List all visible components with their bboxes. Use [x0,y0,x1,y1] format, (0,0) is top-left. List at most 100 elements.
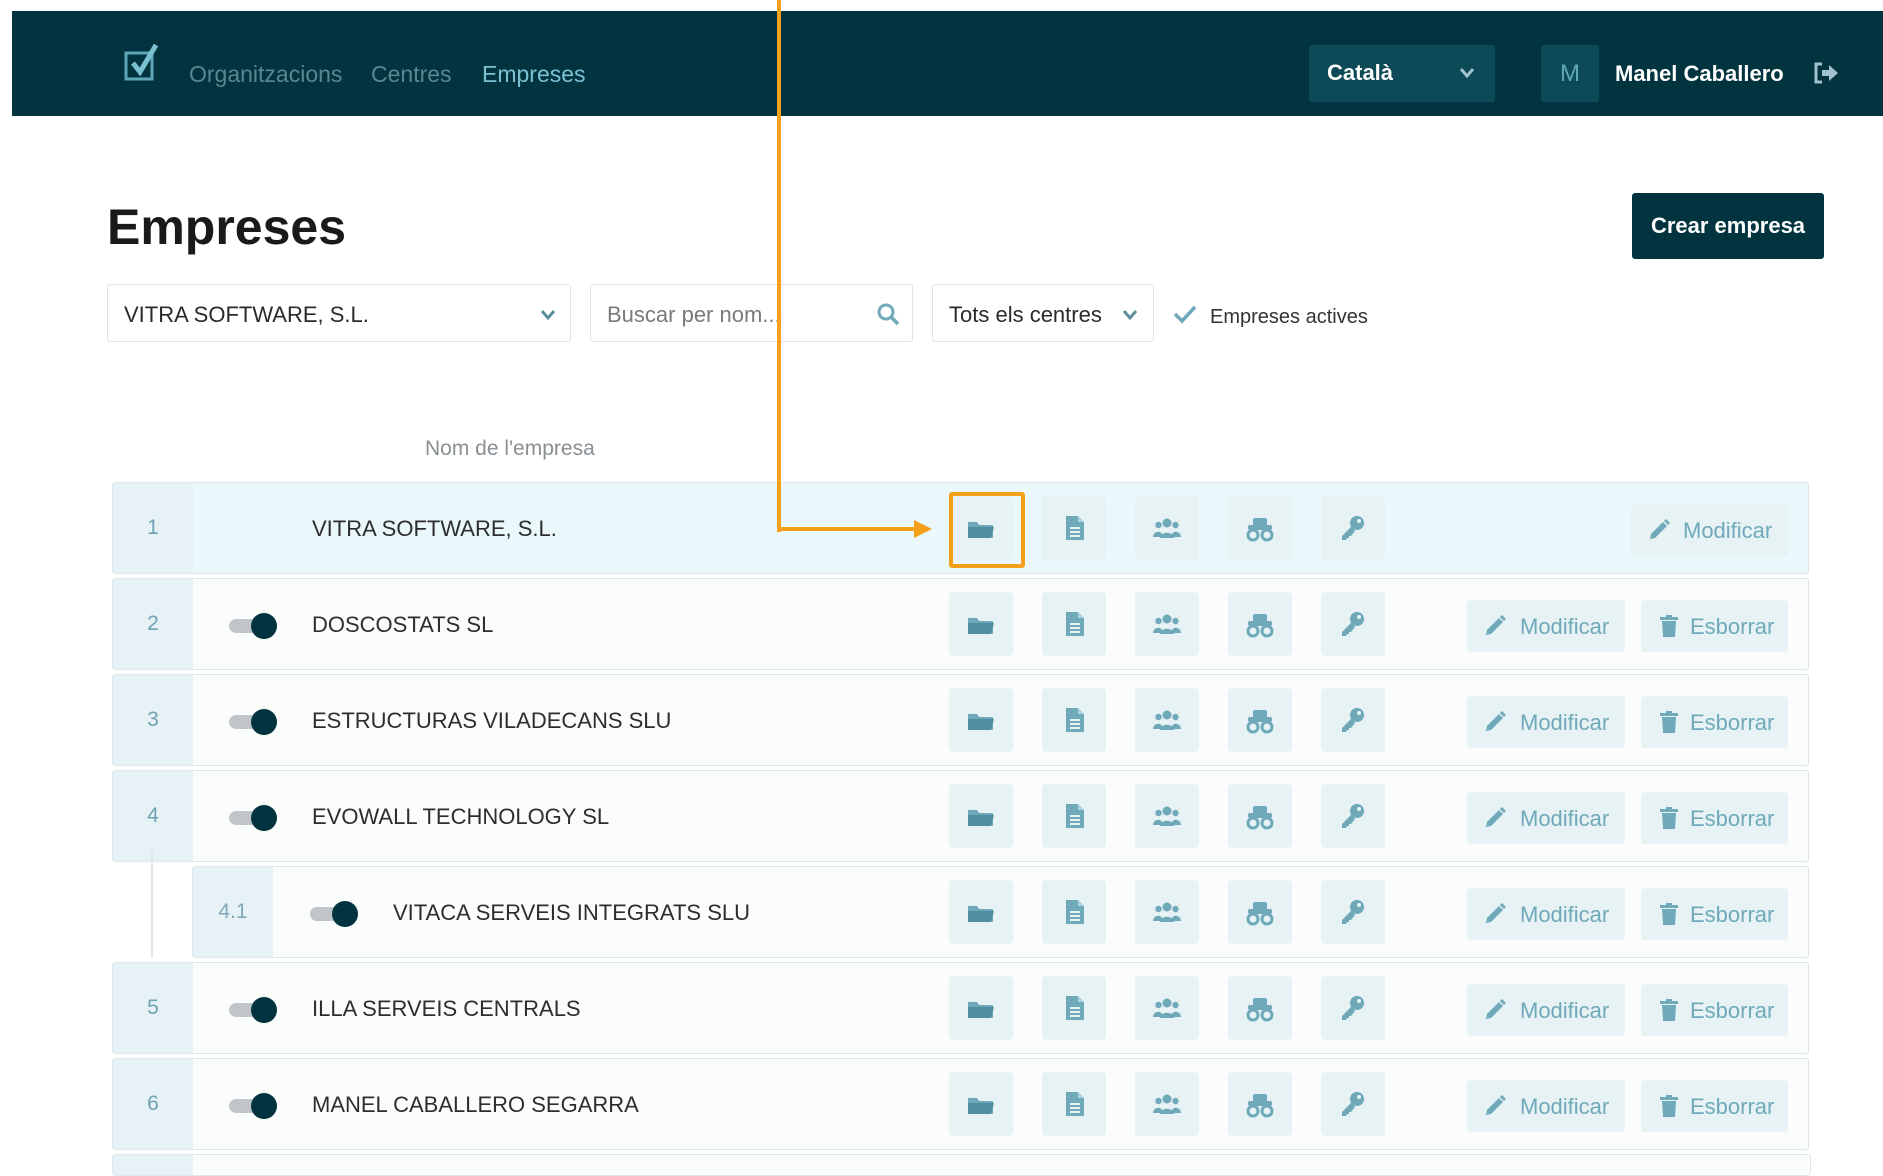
modify-label: Modificar [1520,998,1610,1023]
center-select[interactable]: Tots els centres [932,284,1154,342]
trash-icon [1660,807,1678,829]
tractor-icon [1246,1094,1274,1118]
nav-link-organitzacions[interactable]: Organitzacions [189,61,342,88]
nav-link-empreses[interactable]: Empreses [482,61,586,88]
search-icon[interactable] [876,302,900,326]
users-button[interactable] [1135,688,1199,752]
modify-label: Modificar [1520,614,1610,639]
trash-icon [1660,711,1678,733]
avatar[interactable]: M [1541,45,1599,102]
machinery-button[interactable] [1228,976,1292,1040]
modify-button[interactable]: Modificar [1467,1080,1625,1132]
machinery-button[interactable] [1228,688,1292,752]
folder-icon [968,714,994,730]
delete-label: Esborrar [1690,902,1775,927]
users-button[interactable] [1135,592,1199,656]
user-name[interactable]: Manel Caballero [1615,61,1784,87]
logout-icon[interactable] [1812,60,1840,86]
delete-button[interactable]: Esborrar [1641,600,1788,652]
open-folder-button[interactable] [949,688,1013,752]
active-toggle[interactable] [229,997,277,1023]
delete-button[interactable]: Esborrar [1641,792,1788,844]
language-label: Català [1327,60,1394,85]
search-input[interactable]: Buscar per nom... [590,284,913,342]
page-title: Empreses [107,199,347,255]
documents-button[interactable] [1042,976,1106,1040]
pencil-icon [1486,807,1506,827]
modify-button[interactable]: Modificar [1467,792,1625,844]
trash-icon [1660,615,1678,637]
open-folder-button[interactable] [949,784,1013,848]
open-folder-button[interactable] [949,976,1013,1040]
documents-button[interactable] [1042,784,1106,848]
active-toggle[interactable] [229,1093,277,1119]
delete-label: Esborrar [1690,614,1775,639]
folder-icon [968,906,994,922]
permissions-button[interactable] [1321,592,1385,656]
key-icon [1342,708,1364,732]
open-folder-button[interactable] [949,1072,1013,1136]
tractor-icon [1246,998,1274,1022]
pencil-icon [1486,903,1506,923]
active-toggle[interactable] [310,901,358,927]
table-row: 3 ESTRUCTURAS VILADECANS SLU Modificar E… [112,674,1809,766]
permissions-button[interactable] [1321,976,1385,1040]
company-select[interactable]: VITRA SOFTWARE, S.L. [107,284,571,342]
machinery-button[interactable] [1228,784,1292,848]
documents-button[interactable] [1042,688,1106,752]
machinery-button[interactable] [1228,880,1292,944]
row-number: 2 [113,579,193,669]
users-button[interactable] [1135,496,1199,560]
permissions-button[interactable] [1321,784,1385,848]
company-name: EVOWALL TECHNOLOGY SL [312,804,610,829]
machinery-button[interactable] [1228,496,1292,560]
delete-button[interactable]: Esborrar [1641,696,1788,748]
tree-connector [151,850,153,958]
users-icon [1153,710,1181,730]
folder-icon [968,618,994,634]
pencil-icon [1486,615,1506,635]
documents-button[interactable] [1042,880,1106,944]
modify-button[interactable]: Modificar [1467,984,1625,1036]
modify-label: Modificar [1520,1094,1610,1119]
delete-label: Esborrar [1690,998,1775,1023]
language-select[interactable]: Català [1309,45,1495,102]
active-toggle[interactable] [229,709,277,735]
modify-button[interactable]: Modificar [1467,696,1625,748]
permissions-button[interactable] [1321,1072,1385,1136]
documents-button[interactable] [1042,496,1106,560]
table-row: 4.1 VITACA SERVEIS INTEGRATS SLU Modific… [192,866,1809,958]
key-icon [1342,516,1364,540]
permissions-button[interactable] [1321,688,1385,752]
delete-button[interactable]: Esborrar [1641,1080,1788,1132]
folder-icon [968,1002,994,1018]
machinery-button[interactable] [1228,592,1292,656]
users-button[interactable] [1135,976,1199,1040]
documents-button[interactable] [1042,592,1106,656]
open-folder-button[interactable] [949,592,1013,656]
permissions-button[interactable] [1321,496,1385,560]
users-button[interactable] [1135,1072,1199,1136]
logo-checkbox-icon[interactable] [122,41,172,91]
machinery-button[interactable] [1228,1072,1292,1136]
active-toggle[interactable] [229,613,277,639]
modify-label: Modificar [1520,710,1610,735]
create-company-button[interactable]: Crear empresa [1632,193,1824,259]
search-placeholder: Buscar per nom... [607,302,781,327]
modify-button[interactable]: Modificar [1467,600,1625,652]
users-button[interactable] [1135,880,1199,944]
open-folder-button[interactable] [949,880,1013,944]
users-button[interactable] [1135,784,1199,848]
delete-button[interactable]: Esborrar [1641,984,1788,1036]
company-name: MANEL CABALLERO SEGARRA [312,1092,639,1117]
active-companies-label[interactable]: Empreses actives [1210,306,1368,329]
modify-button[interactable]: Modificar [1631,504,1788,556]
active-toggle[interactable] [229,805,277,831]
active-companies-check-icon[interactable] [1172,304,1198,324]
row-number: 4 [113,771,193,861]
modify-button[interactable]: Modificar [1467,888,1625,940]
permissions-button[interactable] [1321,880,1385,944]
nav-link-centres[interactable]: Centres [371,61,452,88]
delete-button[interactable]: Esborrar [1641,888,1788,940]
documents-button[interactable] [1042,1072,1106,1136]
